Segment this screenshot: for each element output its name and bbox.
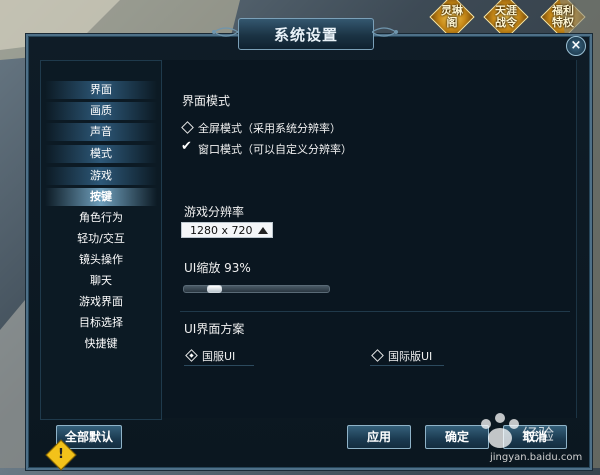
sidebar-item-target-select[interactable]: 目标选择 <box>45 314 157 332</box>
top-button-linglin[interactable]: 灵琳 阁 <box>432 0 472 34</box>
sidebar-item-mode[interactable]: 模式 <box>45 145 157 163</box>
title-ornament-right <box>372 27 398 37</box>
svg-text:经验: 经验 <box>522 425 554 444</box>
resolution-label: 游戏分辨率 <box>184 205 245 219</box>
dialog-title: 系统设置 <box>238 18 374 50</box>
top-button-tianya[interactable]: 天涯 战令 <box>486 0 526 34</box>
sidebar-item-camera[interactable]: 镜头操作 <box>45 251 157 269</box>
title-ornament-left <box>212 27 238 37</box>
sidebar-item-game-ui[interactable]: 游戏界面 <box>45 293 157 311</box>
sidebar-item-qinggong-interaction[interactable]: 轻功/交互 <box>45 230 157 248</box>
close-icon[interactable]: × <box>566 36 586 56</box>
scheme-intl-label[interactable]: 国际版UI <box>388 348 432 364</box>
resolution-value: 1280 x 720 <box>190 224 253 237</box>
interface-mode-heading: 界面模式 <box>182 94 231 108</box>
dropdown-arrow-icon <box>258 227 268 234</box>
scheme-cn-underline <box>184 365 254 366</box>
scheme-intl-underline <box>370 365 444 366</box>
sidebar-item-chat[interactable]: 聊天 <box>45 272 157 290</box>
sidebar-item-hotkeys[interactable]: 快捷键 <box>45 335 157 353</box>
scheme-cn-label[interactable]: 国服UI <box>202 348 235 364</box>
section-divider <box>180 311 570 312</box>
window-mode-check-icon[interactable]: ✔ <box>181 140 192 153</box>
top-button-fuli[interactable]: 福利 特权 <box>543 0 583 34</box>
ui-scale-slider[interactable] <box>183 285 330 293</box>
sidebar-item-game[interactable]: 游戏 <box>45 167 157 185</box>
sidebar-item-character-behavior[interactable]: 角色行为 <box>45 209 157 227</box>
ui-scale-slider-thumb[interactable] <box>207 285 222 293</box>
sidebar-item-graphics[interactable]: 画质 <box>45 102 157 120</box>
window-mode-option-label[interactable]: 窗口模式（可以自定义分辨率） <box>198 141 352 157</box>
apply-button[interactable]: 应用 <box>347 425 411 449</box>
ui-scale-label: UI缩放 93% <box>184 261 251 275</box>
fullscreen-option-label[interactable]: 全屏模式（采用系统分辨率） <box>198 120 341 136</box>
sidebar-item-sound[interactable]: 声音 <box>45 123 157 141</box>
resolution-dropdown[interactable]: 1280 x 720 <box>181 222 273 238</box>
settings-sidebar: 界面 画质 声音 模式 游戏 按键 角色行为 轻功/交互 镜头操作 聊天 游戏界… <box>40 60 162 420</box>
watermark-url: jingyan.baidu.com <box>490 452 583 463</box>
sidebar-item-interface[interactable]: 界面 <box>45 81 157 99</box>
ui-scheme-heading: UI界面方案 <box>184 322 245 336</box>
sidebar-item-keys[interactable]: 按键 <box>45 188 157 206</box>
